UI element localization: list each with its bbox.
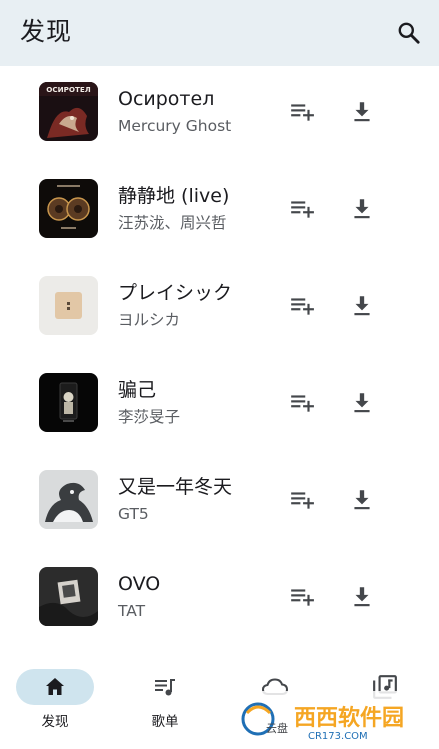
queue-music-icon — [151, 675, 179, 699]
nav-item-playlists[interactable]: 歌单 — [110, 656, 220, 749]
download-button[interactable] — [347, 582, 377, 612]
download-icon — [354, 587, 370, 607]
song-artist: 李莎旻子 — [118, 408, 181, 426]
add-to-playlist-button[interactable] — [287, 388, 317, 418]
download-button[interactable] — [347, 388, 377, 418]
download-icon — [354, 490, 370, 510]
song-title: 骗己 — [118, 379, 157, 401]
download-icon — [354, 199, 370, 219]
nav-label: 发现 — [41, 714, 69, 730]
song-row[interactable]: 又是一年冬天 GT5 — [0, 454, 439, 551]
add-to-playlist-button[interactable] — [287, 194, 317, 224]
add-to-playlist-button[interactable] — [287, 485, 317, 515]
add-to-playlist-button[interactable] — [287, 582, 317, 612]
page-title: 发现 — [20, 17, 73, 46]
download-button[interactable] — [347, 97, 377, 127]
album-cover-text: ОСИРОТЕЛ — [46, 85, 91, 94]
song-artist: TAT — [118, 602, 146, 620]
song-title: 又是一年冬天 — [118, 476, 233, 498]
download-icon — [354, 296, 370, 316]
song-artist: 汪苏泷、周兴哲 — [118, 214, 227, 232]
svg-text:云盘: 云盘 — [266, 721, 288, 735]
nav-label: 歌单 — [151, 714, 179, 730]
top-app-bar: 发现 — [0, 0, 439, 66]
svg-text:CR173.COM: CR173.COM — [308, 731, 368, 742]
playlist-add-icon — [291, 395, 314, 412]
download-button[interactable] — [347, 485, 377, 515]
song-row[interactable]: OVO TAT — [0, 551, 439, 648]
song-artist: ヨルシカ — [118, 311, 181, 329]
song-row[interactable]: 骗己 李莎旻子 — [0, 357, 439, 454]
search-icon — [398, 22, 420, 44]
svg-text:西西软件园: 西西软件园 — [294, 705, 404, 731]
download-icon — [354, 102, 370, 122]
album-cover — [39, 373, 98, 432]
playlist-add-icon — [291, 201, 314, 218]
song-title: 静静地 (live) — [118, 185, 230, 207]
nav-item-discover[interactable]: 发现 — [0, 656, 110, 749]
song-artist: GT5 — [118, 505, 149, 523]
song-artist: Mercury Ghost — [118, 117, 232, 135]
add-to-playlist-button[interactable] — [287, 291, 317, 321]
album-cover — [39, 567, 98, 626]
album-cover — [39, 470, 98, 529]
playlist-add-icon — [291, 492, 314, 509]
song-title: Осиротел — [118, 88, 215, 110]
search-button[interactable] — [392, 16, 426, 50]
add-to-playlist-button[interactable] — [287, 97, 317, 127]
download-button[interactable] — [347, 194, 377, 224]
playlist-add-icon — [291, 104, 314, 121]
playlist-add-icon — [291, 298, 314, 315]
song-row[interactable]: 静静地 (live) 汪苏泷、周兴哲 — [0, 163, 439, 260]
playlist-add-icon — [291, 589, 314, 606]
song-row[interactable]: プレイシック ヨルシカ — [0, 260, 439, 357]
download-button[interactable] — [347, 291, 377, 321]
song-title: プレイシック — [118, 282, 233, 304]
album-cover — [39, 276, 98, 335]
watermark-logo: 云盘 西西软件园 CR173.COM — [236, 691, 426, 743]
home-icon — [41, 675, 69, 699]
song-title: OVO — [118, 573, 161, 595]
download-icon — [354, 393, 370, 413]
album-cover — [39, 179, 98, 238]
song-row[interactable]: ОСИРОТЕЛ Осиротел Mercury Ghost — [0, 66, 439, 163]
album-cover: ОСИРОТЕЛ — [39, 82, 98, 141]
